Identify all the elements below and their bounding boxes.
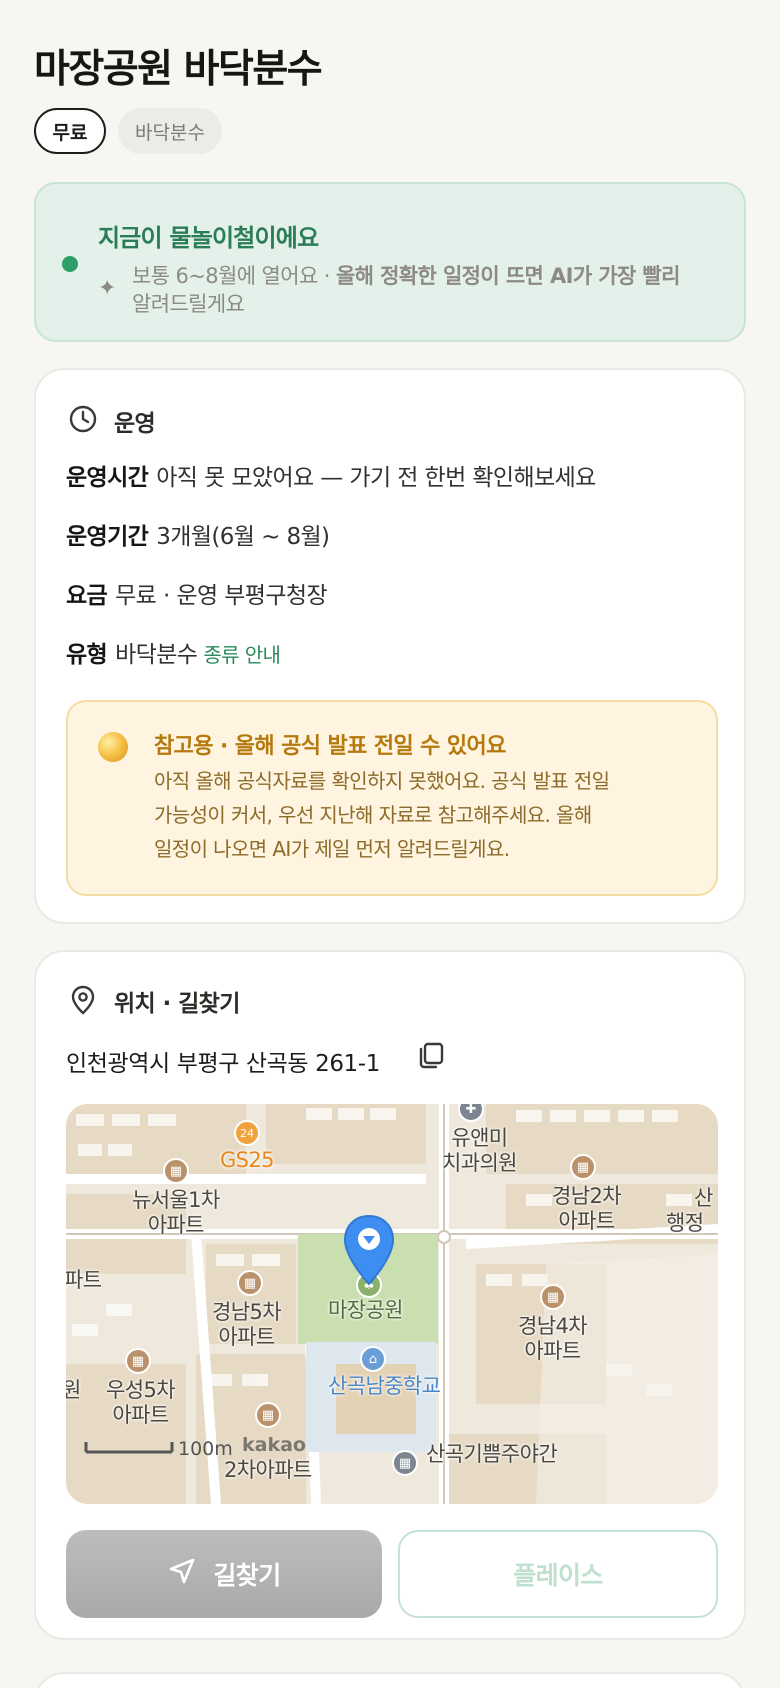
chip-type[interactable]: 바닥분수 [118, 108, 222, 154]
map-label-line: 경남2차 [552, 1184, 622, 1208]
map-label-school[interactable]: 산곡남중학교 [328, 1374, 441, 1399]
directions-label: 길찾기 [213, 1561, 281, 1590]
location-section-title: 위치 · 길찾기 [114, 991, 240, 1017]
banner-desc-bold: 올해 정확한 일정이 뜨면 AI가 가장 빨리 [335, 264, 681, 288]
notice-line: 아직 올해 공식자료를 확인하지 못했어요. 공식 발표 전일 [154, 769, 610, 793]
map-label-line: 경남4차 [518, 1314, 588, 1338]
map-label-line: 행정 [666, 1211, 704, 1235]
map-label-useong[interactable]: 우성5차 아파트 [106, 1378, 176, 1428]
location-card: 위치 · 길찾기 인천광역시 부평구 산곡동 261-1 24 GS25 ✚ 유… [34, 950, 746, 1640]
map-label-dental[interactable]: 유앤미 치과의원 [442, 1126, 517, 1176]
operation-card: 운영 운영시간 아직 못 모았어요 — 가기 전 한번 확인해보세요 운영기간 3개… [34, 368, 746, 924]
apartment-icon[interactable]: ▦ [540, 1284, 566, 1310]
map-label-dental-line: 치과의원 [442, 1151, 517, 1175]
operation-period-key: 운영기간 [66, 524, 149, 550]
map-label-apt-edge[interactable]: 파트 [66, 1268, 102, 1293]
type-guide-link[interactable]: 종류 안내 [203, 643, 281, 667]
notice-line: 가능성이 커서, 우선 지난해 자료로 참고해주세요. 올해 [154, 803, 592, 827]
map-label-line: 산 [694, 1186, 713, 1210]
apartment-icon[interactable]: ▦ [125, 1348, 151, 1374]
banner-desc-prefix: 보통 6~8월에 열어요 · [132, 264, 336, 288]
notice-body: 아직 올해 공식자료를 확인하지 못했어요. 공식 발표 전일 가능성이 커서,… [154, 764, 694, 866]
season-banner: 지금이 물놀이철이에요 ✦ 보통 6~8월에 열어요 · 올해 정확한 일정이 … [34, 182, 746, 342]
map-label-won-edge[interactable]: 원 [66, 1378, 81, 1403]
apartment-icon[interactable]: ▦ [570, 1154, 596, 1180]
navigation-arrow-icon [167, 1556, 197, 1592]
map-label-line: 아파트 [558, 1209, 615, 1233]
copy-icon[interactable] [416, 1040, 446, 1074]
map-label-admin[interactable]: 산 행정 [666, 1186, 713, 1236]
location-pin-icon [68, 984, 98, 1020]
type-key: 유형 [66, 642, 108, 668]
directions-button[interactable]: 길찾기 [66, 1530, 382, 1618]
operation-hours-value: 아직 못 모았어요 — 가기 전 한번 확인해보세요 [156, 465, 596, 491]
apartment-icon[interactable]: ▦ [163, 1158, 189, 1184]
fee-key: 요금 [66, 583, 108, 609]
fee-row: 요금 무료 · 운영 부평구청장 [66, 576, 328, 610]
banner-desc-suffix: 알려드릴게요 [132, 292, 245, 316]
operation-hours-key: 운영시간 [66, 465, 149, 491]
operation-section-title: 운영 [114, 411, 156, 437]
sparkle-icon: ✦ [98, 276, 117, 301]
map-label-line: 아파트 [524, 1339, 581, 1363]
notice-line: 일정이 나오면 AI가 제일 먼저 알려드릴게요. [154, 837, 510, 861]
map-label-gs25[interactable]: GS25 [220, 1148, 275, 1173]
coin-icon [98, 732, 128, 762]
map-view[interactable]: 24 GS25 ✚ 유앤미 치과의원 ▦ 뉴서울1차 아파트 ▦ 경남2차 아파… [66, 1104, 718, 1504]
banner-description: 보통 6~8월에 열어요 · 올해 정확한 일정이 뜨면 AI가 가장 빨리 알… [132, 262, 732, 318]
kakao-logo: kakao [242, 1434, 306, 1456]
operation-period-value: 3개월(6월 ~ 8월) [156, 524, 330, 550]
clinic-icon[interactable]: ▦ [392, 1450, 418, 1476]
map-label-newseoul[interactable]: 뉴서울1차 아파트 [132, 1188, 220, 1238]
school-icon[interactable]: ⌂ [360, 1346, 386, 1372]
map-label-gyeongnam4[interactable]: 경남4차 아파트 [518, 1314, 588, 1364]
convenience-store-icon[interactable]: 24 [234, 1120, 260, 1146]
type-value: 바닥분수 [115, 642, 198, 668]
address-text: 인천광역시 부평구 산곡동 261-1 [66, 1051, 380, 1077]
map-label-line: 경남5차 [212, 1300, 282, 1324]
map-label-apt2[interactable]: 2차아파트 [224, 1458, 312, 1483]
operation-period-row: 운영기간 3개월(6월 ~ 8월) [66, 517, 330, 551]
status-dot [62, 256, 78, 272]
apartment-icon[interactable]: ▦ [237, 1270, 263, 1296]
map-scale-label: 100m [178, 1438, 233, 1460]
banner-title: 지금이 물놀이철이에요 [98, 224, 319, 252]
next-card-peek [34, 1672, 746, 1688]
apartment-icon[interactable]: ▦ [255, 1402, 281, 1428]
map-label-line: 아파트 [147, 1213, 205, 1237]
clock-icon [68, 404, 98, 438]
type-row: 유형 바닥분수 종류 안내 [66, 635, 281, 669]
map-label-line: 아파트 [218, 1325, 275, 1349]
place-detail-page: 마장공원 바닥분수 무료 바닥분수 지금이 물놀이철이에요 ✦ 보통 6~8월에… [0, 0, 780, 1688]
map-label-line: 우성5차 [106, 1378, 176, 1402]
map-label-line: 뉴서울1차 [132, 1188, 220, 1212]
fee-value: 무료 · 운영 부평구청장 [115, 583, 328, 609]
chip-free[interactable]: 무료 [34, 108, 106, 154]
notice-title: 참고용 · 올해 공식 발표 전일 수 있어요 [154, 734, 506, 759]
map-label-park[interactable]: 마장공원 [328, 1298, 403, 1323]
gs-badge: 24 [240, 1126, 254, 1140]
map-label-dental-line: 유앤미 [451, 1126, 508, 1150]
map-label-gyeongnam5[interactable]: 경남5차 아파트 [212, 1300, 282, 1350]
reference-notice: 참고용 · 올해 공식 발표 전일 수 있어요 아직 올해 공식자료를 확인하지… [66, 700, 718, 896]
map-label-clinic[interactable]: 산곡기쁨주야간 [426, 1442, 558, 1467]
map-label-line: 아파트 [112, 1403, 169, 1427]
map-label-gyeongnam2[interactable]: 경남2차 아파트 [552, 1184, 622, 1234]
place-button[interactable]: 플레이스 [398, 1530, 718, 1618]
page-title: 마장공원 바닥분수 [34, 47, 323, 92]
operation-hours-row: 운영시간 아직 못 모았어요 — 가기 전 한번 확인해보세요 [66, 458, 596, 492]
